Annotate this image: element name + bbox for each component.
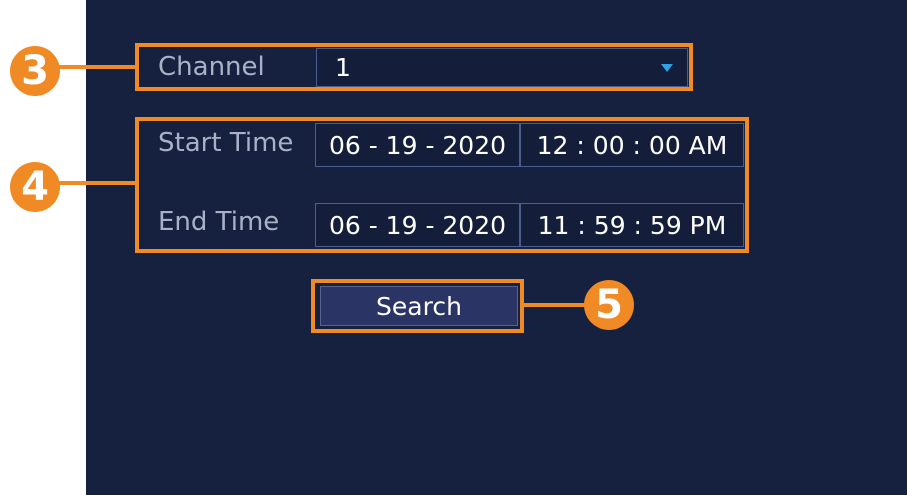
channel-label: Channel: [158, 52, 265, 82]
channel-select-value: 1: [335, 53, 351, 82]
start-time-value: 12 : 00 : 00 AM: [536, 130, 728, 160]
callout-line-5: [522, 303, 586, 307]
callout-line-4: [58, 181, 136, 185]
start-date-value: 06 - 19 - 2020: [328, 130, 507, 160]
start-time-field[interactable]: 12 : 00 : 00 AM: [520, 123, 744, 167]
channel-select[interactable]: 1: [316, 48, 688, 87]
end-time-value: 11 : 59 : 59 PM: [537, 210, 727, 240]
callout-badge-4: 4: [10, 162, 60, 212]
end-date-value: 06 - 19 - 2020: [328, 210, 507, 240]
end-time-label: End Time: [158, 207, 280, 237]
start-time-label: Start Time: [158, 128, 294, 158]
chevron-down-icon[interactable]: [661, 63, 673, 72]
end-date-field[interactable]: 06 - 19 - 2020: [315, 203, 520, 247]
end-time-field[interactable]: 11 : 59 : 59 PM: [520, 203, 744, 247]
search-button[interactable]: Search: [320, 286, 518, 326]
callout-line-3: [58, 65, 136, 69]
callout-badge-3: 3: [10, 46, 60, 96]
start-date-field[interactable]: 06 - 19 - 2020: [315, 123, 520, 167]
callout-badge-5: 5: [584, 280, 634, 330]
